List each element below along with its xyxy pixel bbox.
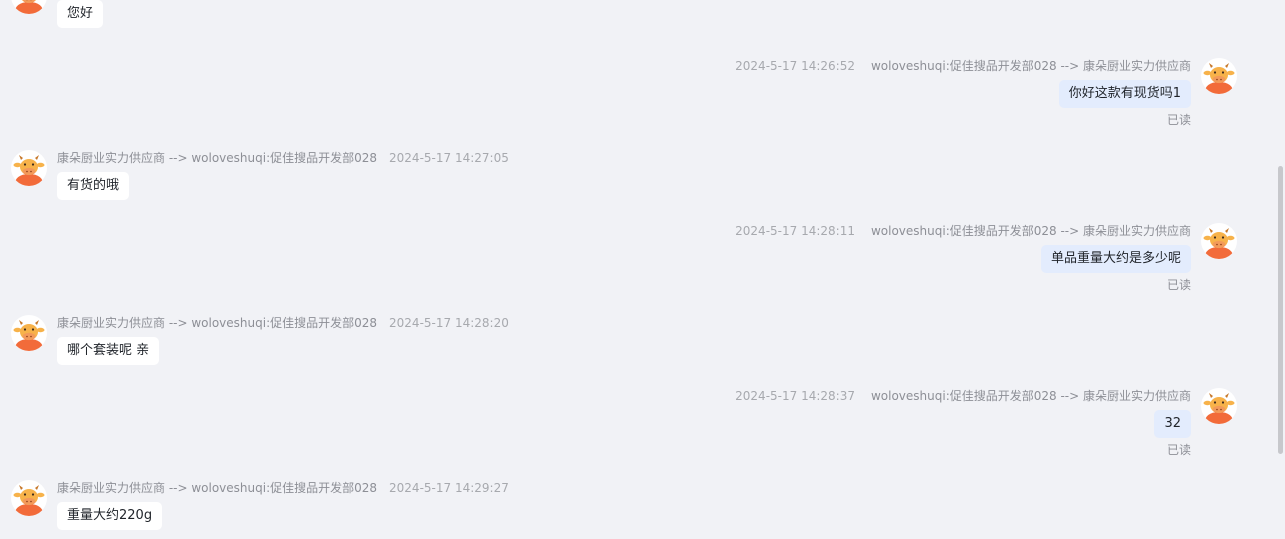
message-bubble[interactable]: 重量大约220g [57, 502, 163, 530]
message-time: 2024-5-17 14:26:52 [735, 59, 855, 73]
read-status: 已读 [1166, 278, 1191, 292]
message-meta: 2024-5-17 14:28:37 woloveshuqi:促佳搜品开发部028… [735, 388, 1191, 404]
message-sender-receiver: 康朵厨业实力供应商 --> woloveshuqi:促佳搜品开发部028 [57, 316, 378, 330]
message-meta: 康朵厨业实力供应商 --> woloveshuqi:促佳搜品开发部028 2024… [57, 315, 509, 331]
avatar-icon[interactable] [1201, 388, 1237, 424]
read-status: 已读 [1166, 443, 1191, 457]
read-status: 已读 [1166, 113, 1191, 127]
avatar-icon[interactable] [11, 315, 47, 351]
avatar-icon[interactable] [1201, 223, 1237, 259]
message-bubble[interactable]: 你好这款有现货吗1 [1058, 80, 1191, 108]
message-sender-receiver: 康朵厨业实力供应商 --> woloveshuqi:促佳搜品开发部028 [57, 481, 378, 495]
message-sender-receiver: woloveshuqi:促佳搜品开发部028 --> 康朵厨业实力供应商 [870, 389, 1191, 403]
message-bubble[interactable]: 32 [1154, 410, 1191, 438]
message-time: 2024-5-17 14:28:20 [389, 316, 509, 330]
message-time: 2024-5-17 14:28:11 [735, 224, 855, 238]
message-bubble[interactable]: 有货的哦 [57, 172, 130, 200]
message-meta: 康朵厨业实力供应商 --> woloveshuqi:促佳搜品开发部028 2024… [57, 480, 509, 496]
avatar-icon[interactable] [11, 150, 47, 186]
message-meta: 康朵厨业实力供应商 --> woloveshuqi:促佳搜品开发部028 2024… [57, 150, 509, 166]
avatar-icon[interactable] [1201, 58, 1237, 94]
vertical-scrollbar[interactable] [1262, 0, 1285, 539]
message-sender-receiver: woloveshuqi:促佳搜品开发部028 --> 康朵厨业实力供应商 [870, 224, 1191, 238]
message-time: 2024-5-17 14:27:05 [389, 151, 509, 165]
message-time: 2024-5-17 14:29:27 [389, 481, 509, 495]
message-sender-receiver: woloveshuqi:促佳搜品开发部028 --> 康朵厨业实力供应商 [870, 59, 1191, 73]
message-bubble[interactable]: 单品重量大约是多少呢 [1040, 245, 1191, 273]
chat-message-list[interactable]: 您好 2024-5-17 14:26:52 woloveshuqi:促佳搜品开发部… [0, 0, 1262, 539]
avatar-icon[interactable] [11, 0, 47, 14]
message-bubble[interactable]: 您好 [57, 0, 104, 28]
message-bubble[interactable]: 哪个套装呢 亲 [57, 337, 160, 365]
message-time: 2024-5-17 14:28:37 [735, 389, 855, 403]
scrollbar-thumb[interactable] [1278, 166, 1283, 454]
message-sender-receiver: 康朵厨业实力供应商 --> woloveshuqi:促佳搜品开发部028 [57, 151, 378, 165]
avatar-icon[interactable] [11, 480, 47, 516]
message-meta: 2024-5-17 14:26:52 woloveshuqi:促佳搜品开发部028… [735, 58, 1191, 74]
message-meta: 2024-5-17 14:28:11 woloveshuqi:促佳搜品开发部028… [735, 223, 1191, 239]
